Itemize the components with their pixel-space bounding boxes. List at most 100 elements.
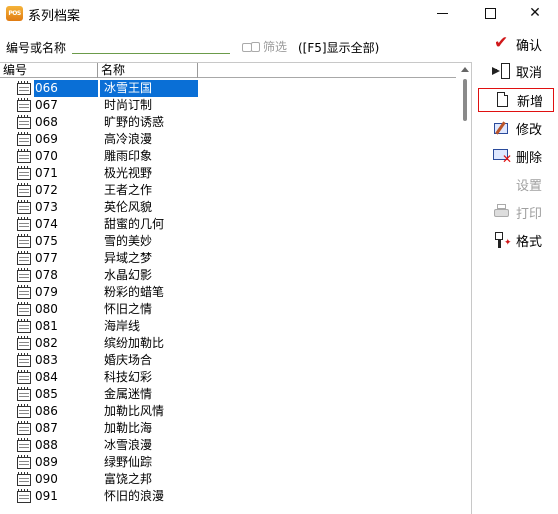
table-row[interactable]: 082 缤纷加勒比 xyxy=(0,335,456,352)
settings-button[interactable]: 设置 xyxy=(478,172,554,196)
row-code: 073 xyxy=(35,200,58,214)
row-code: 086 xyxy=(35,404,58,418)
format-brush-icon: ✦ xyxy=(492,231,512,249)
table-row[interactable]: 084 科技幻彩 xyxy=(0,369,456,386)
table-row[interactable]: 071 极光视野 xyxy=(0,165,456,182)
table-row[interactable]: 074 甜蜜的几何 xyxy=(0,216,456,233)
list-header: 编号 名称 xyxy=(0,63,456,78)
cancel-label: 取消 xyxy=(516,65,543,81)
row-name: 王者之作 xyxy=(104,183,153,197)
row-name: 富饶之邦 xyxy=(104,472,153,486)
row-code: 071 xyxy=(35,166,58,180)
edit-button[interactable]: 修改 xyxy=(478,116,554,140)
cancel-button[interactable]: 取消 xyxy=(478,59,554,83)
print-button[interactable]: 打印 xyxy=(478,200,554,224)
new-label: 新增 xyxy=(517,94,544,110)
scroll-thumb[interactable] xyxy=(463,79,467,121)
table-row[interactable]: 072 王者之作 xyxy=(0,182,456,199)
window-title: 系列档案 xyxy=(28,9,81,24)
notebook-icon xyxy=(16,149,32,164)
notebook-icon xyxy=(16,319,32,334)
table-row[interactable]: 068 旷野的诱惑 xyxy=(0,114,456,131)
table-row[interactable]: 070 雕雨印象 xyxy=(0,148,456,165)
row-code: 080 xyxy=(35,302,58,316)
vertical-scrollbar[interactable] xyxy=(458,63,471,514)
action-toolbar: 确认 取消 新增 修改 ✕ 删除 设置 打印 ✦ 格式 xyxy=(474,28,558,514)
exit-door-icon xyxy=(492,62,512,80)
print-label: 打印 xyxy=(516,206,543,222)
notebook-icon xyxy=(16,98,32,113)
maximize-icon xyxy=(485,8,496,19)
table-row[interactable]: 091 怀旧的浪漫 xyxy=(0,488,456,505)
notebook-icon xyxy=(16,217,32,232)
row-name: 冰雪浪漫 xyxy=(104,438,153,452)
table-row[interactable]: 090 富饶之邦 xyxy=(0,471,456,488)
table-row[interactable]: 087 加勒比海 xyxy=(0,420,456,437)
table-row[interactable]: 080 怀旧之情 xyxy=(0,301,456,318)
close-button[interactable]: ✕ xyxy=(512,0,558,28)
close-icon: ✕ xyxy=(529,5,541,21)
notebook-icon xyxy=(16,370,32,385)
maximize-button[interactable] xyxy=(468,0,514,28)
table-row[interactable]: 089 绿野仙踪 xyxy=(0,454,456,471)
row-name: 旷野的诱惑 xyxy=(104,115,165,129)
row-name: 缤纷加勒比 xyxy=(104,336,165,350)
format-button[interactable]: ✦ 格式 xyxy=(478,228,554,252)
table-row[interactable]: 083 婚庆场合 xyxy=(0,352,456,369)
search-input[interactable] xyxy=(72,36,230,54)
table-row[interactable]: 088 冰雪浪漫 xyxy=(0,437,456,454)
row-code: 079 xyxy=(35,285,58,299)
f5-hint: ([F5]显示全部) xyxy=(298,41,380,55)
table-row[interactable]: 075 雪的美妙 xyxy=(0,233,456,250)
table-row[interactable]: 078 水晶幻影 xyxy=(0,267,456,284)
column-header-code[interactable]: 编号 xyxy=(0,63,98,78)
row-code: 067 xyxy=(35,98,58,112)
table-row[interactable]: 073 英伦风貌 xyxy=(0,199,456,216)
table-row[interactable]: 067 时尚订制 xyxy=(0,97,456,114)
table-row[interactable]: 077 异域之梦 xyxy=(0,250,456,267)
table-row[interactable]: 085 金属迷情 xyxy=(0,386,456,403)
table-row[interactable]: 086 加勒比风情 xyxy=(0,403,456,420)
check-icon xyxy=(492,33,512,53)
format-label: 格式 xyxy=(516,234,543,250)
notebook-icon xyxy=(16,285,32,300)
row-name: 雪的美妙 xyxy=(104,234,153,248)
confirm-button[interactable]: 确认 xyxy=(478,32,554,56)
row-code: 077 xyxy=(35,251,58,265)
notebook-icon xyxy=(16,336,32,351)
minimize-button[interactable] xyxy=(420,0,466,28)
notebook-icon xyxy=(16,353,32,368)
settings-label: 设置 xyxy=(516,178,543,194)
row-name: 时尚订制 xyxy=(104,98,153,112)
edit-label: 修改 xyxy=(516,122,543,138)
filter-button[interactable]: 筛选 xyxy=(242,38,287,55)
scroll-up-icon[interactable] xyxy=(461,67,469,72)
delete-button[interactable]: ✕ 删除 xyxy=(478,144,554,168)
row-name: 加勒比风情 xyxy=(104,404,165,418)
notebook-icon xyxy=(16,268,32,283)
delete-icon: ✕ xyxy=(492,147,512,165)
row-code: 090 xyxy=(35,472,58,486)
notebook-icon xyxy=(16,302,32,317)
row-code: 083 xyxy=(35,353,58,367)
row-name: 冰雪王国 xyxy=(100,80,198,97)
row-name: 粉彩的蜡笔 xyxy=(104,285,165,299)
series-list[interactable]: 编号 名称 066 冰雪王国 067 时尚订制 068 旷野的诱惑 069 高冷浪漫 070 雕雨… xyxy=(0,62,472,514)
table-row[interactable]: 079 粉彩的蜡笔 xyxy=(0,284,456,301)
row-name: 怀旧之情 xyxy=(104,302,153,316)
row-code: 089 xyxy=(35,455,58,469)
row-code: 087 xyxy=(35,421,58,435)
row-name: 甜蜜的几何 xyxy=(104,217,165,231)
table-row[interactable]: 069 高冷浪漫 xyxy=(0,131,456,148)
row-name: 加勒比海 xyxy=(104,421,153,435)
row-code: 091 xyxy=(35,489,58,503)
table-row[interactable]: 066 冰雪王国 xyxy=(0,80,456,97)
column-header-name[interactable]: 名称 xyxy=(98,63,198,78)
notebook-icon xyxy=(16,421,32,436)
row-name: 高冷浪漫 xyxy=(104,132,153,146)
title-bar: POS 系列档案 ✕ xyxy=(0,0,558,28)
table-row[interactable]: 081 海岸线 xyxy=(0,318,456,335)
row-name: 海岸线 xyxy=(104,319,141,333)
row-code: 070 xyxy=(35,149,58,163)
new-button[interactable]: 新增 xyxy=(478,88,554,112)
